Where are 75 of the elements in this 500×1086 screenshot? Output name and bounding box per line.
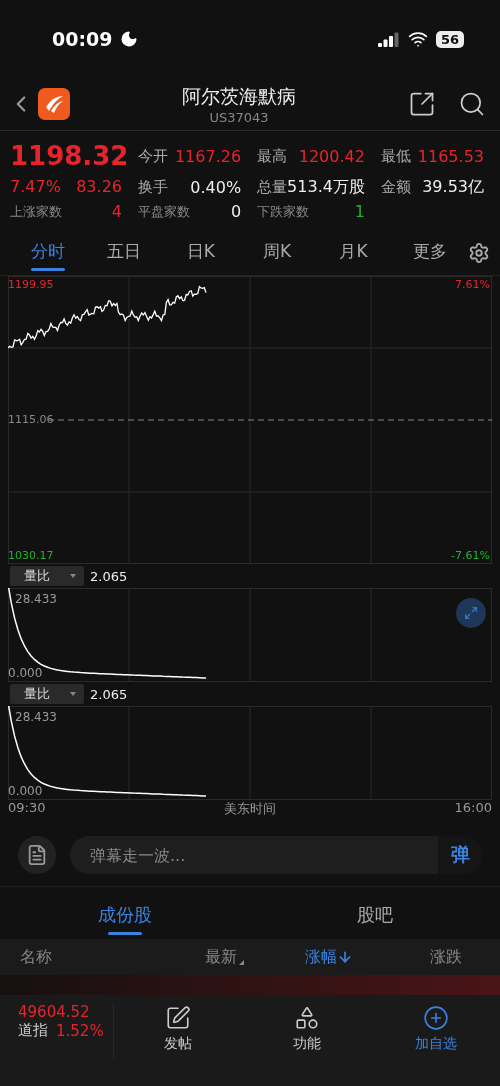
battery-indicator: 56 [435,30,464,48]
indicator-value: 2.065 [90,568,128,584]
axis-label: 1115.06 [8,413,54,426]
danmaku-send-button[interactable]: 弹 [438,836,482,874]
chart-tab[interactable]: 月K [315,235,392,271]
stat-value: 1200.42 [298,146,365,166]
time-zone-label: 美东时间 [224,800,276,818]
moon-icon [120,30,139,48]
stat-value: 513.4万股 [287,177,365,198]
share-icon[interactable] [408,90,436,118]
stat-label: 最高 [257,146,288,166]
action-button[interactable]: 发帖 [114,1003,243,1055]
section-tab[interactable]: 成份股 [0,899,250,935]
axis-label: 0.000 [8,784,43,798]
breadth-count: 1 [354,202,365,221]
column-header[interactable]: 名称 [20,946,205,968]
chart-tab[interactable]: 五日 [86,235,163,271]
danmaku-settings-button[interactable] [18,836,56,874]
axis-label: 1030.17 [8,549,54,562]
time-end: 16:00 [454,800,492,817]
column-header[interactable]: 最新 [205,946,305,968]
column-header[interactable]: 涨幅 [305,946,430,968]
indicator-dropdown[interactable]: 量比 [10,566,84,586]
settings-icon[interactable] [467,242,490,264]
breadth-count: 0 [230,202,242,221]
breadth-label: 上涨家数 [10,202,62,221]
search-icon[interactable] [458,90,486,118]
axis-label: 0.000 [8,666,43,680]
chart-tab[interactable]: 更多 [391,235,468,271]
axis-label: 7.61% [455,278,490,291]
stat-label: 总量 [257,178,288,197]
indicator-dropdown[interactable]: 量比 [10,684,84,704]
stat-label: 最低 [380,146,411,166]
breadth-label: 平盘家数 [138,202,190,221]
indicator-value: 2.065 [90,686,128,702]
stat-value: 0.40% [190,178,242,197]
chart-tab[interactable]: 分时 [10,235,87,271]
signal-icon [377,31,400,47]
change-amount: 83.26 [76,177,122,198]
stat-label: 金额 [380,178,411,197]
status-time: 00:09 [52,28,113,50]
wifi-icon [407,29,428,49]
stat-label: 换手 [138,178,168,197]
section-tab[interactable]: 股吧 [250,899,500,935]
stock-code: US37043 [209,109,269,125]
expand-button[interactable] [456,598,486,628]
action-button[interactable]: 加自选 [371,1003,500,1055]
axis-label: 28.433 [15,710,57,724]
stat-value: 1165.53 [417,146,484,166]
time-start: 09:30 [8,800,46,817]
current-price: 1198.32 [10,140,129,173]
sort-down-icon [337,949,353,965]
column-header[interactable]: 涨跌 [430,946,500,968]
index-value: 49604.52 [18,1003,90,1021]
change-percent: 7.47% [10,177,61,198]
stat-value: 1167.26 [174,146,242,166]
chart-tab[interactable]: 周K [239,235,316,271]
danmaku-input[interactable]: 弹幕走一波... 弹 [70,836,482,874]
stat-label: 今开 [138,146,168,166]
axis-label: -7.61% [451,549,490,562]
axis-label: 1199.95 [8,278,54,291]
app-logo-icon [38,88,70,120]
index-change: 1.52% [56,1021,104,1040]
document-icon [26,844,48,866]
chart-tab[interactable]: 日K [162,235,239,271]
breadth-label: 下跌家数 [257,202,310,221]
axis-label: 28.433 [15,592,57,606]
expand-icon [464,606,478,620]
stock-title: 阿尔茨海默病 [182,83,296,109]
plus-circle-icon [422,1005,449,1031]
breadth-count: 4 [111,202,122,221]
action-button[interactable]: 功能 [242,1003,372,1055]
edit-icon [165,1005,192,1031]
stat-value: 39.53亿 [422,177,484,198]
index-name: 道指 [18,1021,48,1040]
